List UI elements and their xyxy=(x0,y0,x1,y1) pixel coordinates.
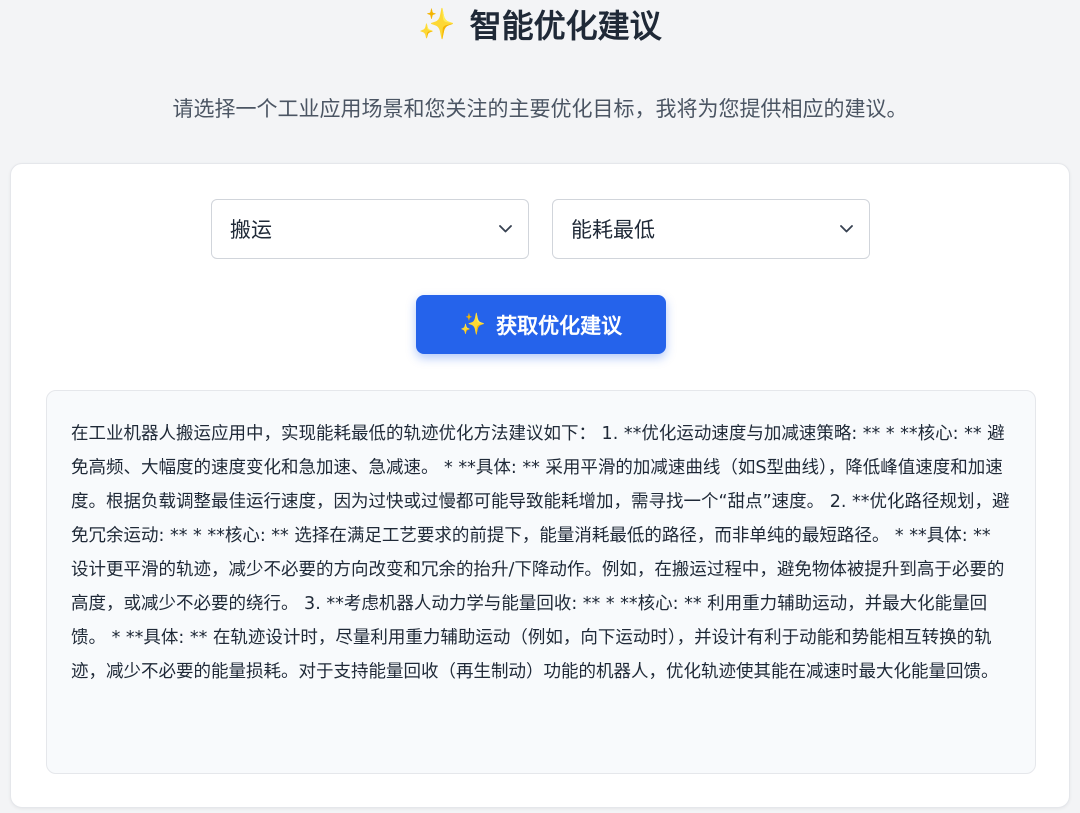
sparkles-icon: ✨ xyxy=(459,312,487,336)
suggestion-result-text: 在工业机器人搬运应用中，实现能耗最低的轨迹优化方法建议如下： 1. **优化运动… xyxy=(71,424,1010,682)
scenario-select-value: 搬运 xyxy=(230,218,272,242)
sparkles-icon: ✨ xyxy=(418,6,456,42)
suggestion-result-box: 在工业机器人搬运应用中，实现能耗最低的轨迹优化方法建议如下： 1. **优化运动… xyxy=(46,390,1036,774)
page-title: 智能优化建议 xyxy=(469,7,662,45)
get-suggestion-button-label: 获取优化建议 xyxy=(496,313,623,338)
suggestion-card: 搬运 能耗最低 ✨ 获取优化建议 在工业机器人搬运应用中，实现能耗最低的轨迹优化… xyxy=(10,163,1070,808)
goal-select-value: 能耗最低 xyxy=(571,218,655,242)
page-title-row: ✨ 智能优化建议 xyxy=(0,0,1080,48)
chevron-down-icon xyxy=(498,222,512,236)
goal-select[interactable]: 能耗最低 xyxy=(552,199,870,259)
page-subtitle: 请选择一个工业应用场景和您关注的主要优化目标，我将为您提供相应的建议。 xyxy=(172,97,908,121)
chevron-down-icon xyxy=(839,222,853,236)
get-suggestion-button[interactable]: ✨ 获取优化建议 xyxy=(416,295,666,354)
scenario-select[interactable]: 搬运 xyxy=(211,199,529,259)
